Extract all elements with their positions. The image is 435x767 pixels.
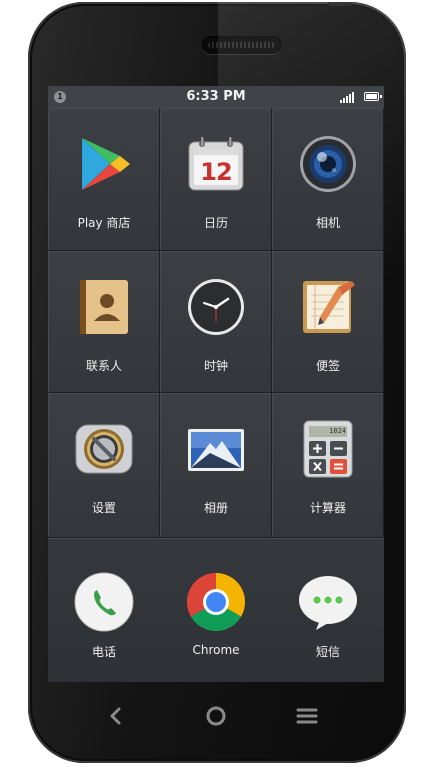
dock-messages[interactable]: 短信	[272, 538, 384, 682]
app-calculator[interactable]: 1024 计算器	[272, 393, 384, 538]
messages-icon	[299, 576, 357, 630]
notepad-icon	[303, 281, 355, 333]
app-label: 电话	[91, 645, 116, 659]
status-clock: 6:33 PM	[186, 89, 246, 104]
app-label: 相册	[203, 501, 228, 515]
phone-icon	[74, 572, 134, 632]
home-icon[interactable]	[202, 702, 230, 730]
clock-icon	[188, 279, 244, 335]
app-label: 相机	[315, 216, 340, 230]
power-key[interactable]	[328, 2, 352, 6]
app-label: 短信	[315, 645, 340, 659]
app-settings[interactable]: 设置	[48, 393, 160, 538]
app-label: Play 商店	[77, 216, 131, 230]
dock: 电话 Chrome 短信	[48, 538, 384, 682]
app-calendar[interactable]: 12 日历	[160, 108, 272, 251]
calendar-day-number: 12	[200, 158, 232, 186]
status-bar: 1 6:33 PM	[48, 86, 384, 108]
play-store-icon	[81, 137, 130, 191]
back-icon[interactable]	[102, 702, 130, 730]
chrome-icon	[187, 573, 245, 631]
app-label: 便签	[315, 359, 340, 373]
photo-gallery-icon	[188, 429, 244, 471]
app-grid: Play 商店 12 日历 相机 联系人 时钟 便签 设置 相册 1024 计算…	[48, 108, 384, 538]
battery-icon	[364, 92, 382, 101]
app-camera[interactable]: 相机	[272, 108, 384, 251]
calculator-display: 1024	[329, 427, 346, 435]
app-label: 设置	[91, 501, 116, 515]
app-play-store[interactable]: Play 商店	[48, 108, 160, 251]
home-screen: 1 6:33 PM Play 商店 12 日历 相机 联系人 时钟 便签 设置 …	[48, 86, 384, 682]
app-label: 计算器	[309, 501, 346, 515]
app-label: 联系人	[85, 359, 122, 373]
app-label: 时钟	[203, 359, 228, 373]
app-gallery[interactable]: 相册	[160, 393, 272, 538]
earpiece-speaker	[202, 36, 282, 54]
app-label: Chrome	[192, 643, 240, 657]
settings-icon	[75, 424, 133, 474]
app-contacts[interactable]: 联系人	[48, 251, 160, 393]
app-label: 日历	[203, 216, 228, 230]
camera-icon	[300, 136, 356, 192]
dock-phone[interactable]: 电话	[48, 538, 160, 682]
dock-chrome[interactable]: Chrome	[160, 538, 272, 682]
signal-bars-icon	[340, 91, 358, 103]
contacts-book-icon	[80, 280, 128, 334]
app-clock[interactable]: 时钟	[160, 251, 272, 393]
app-notes[interactable]: 便签	[272, 251, 384, 393]
menu-icon[interactable]	[293, 702, 321, 730]
